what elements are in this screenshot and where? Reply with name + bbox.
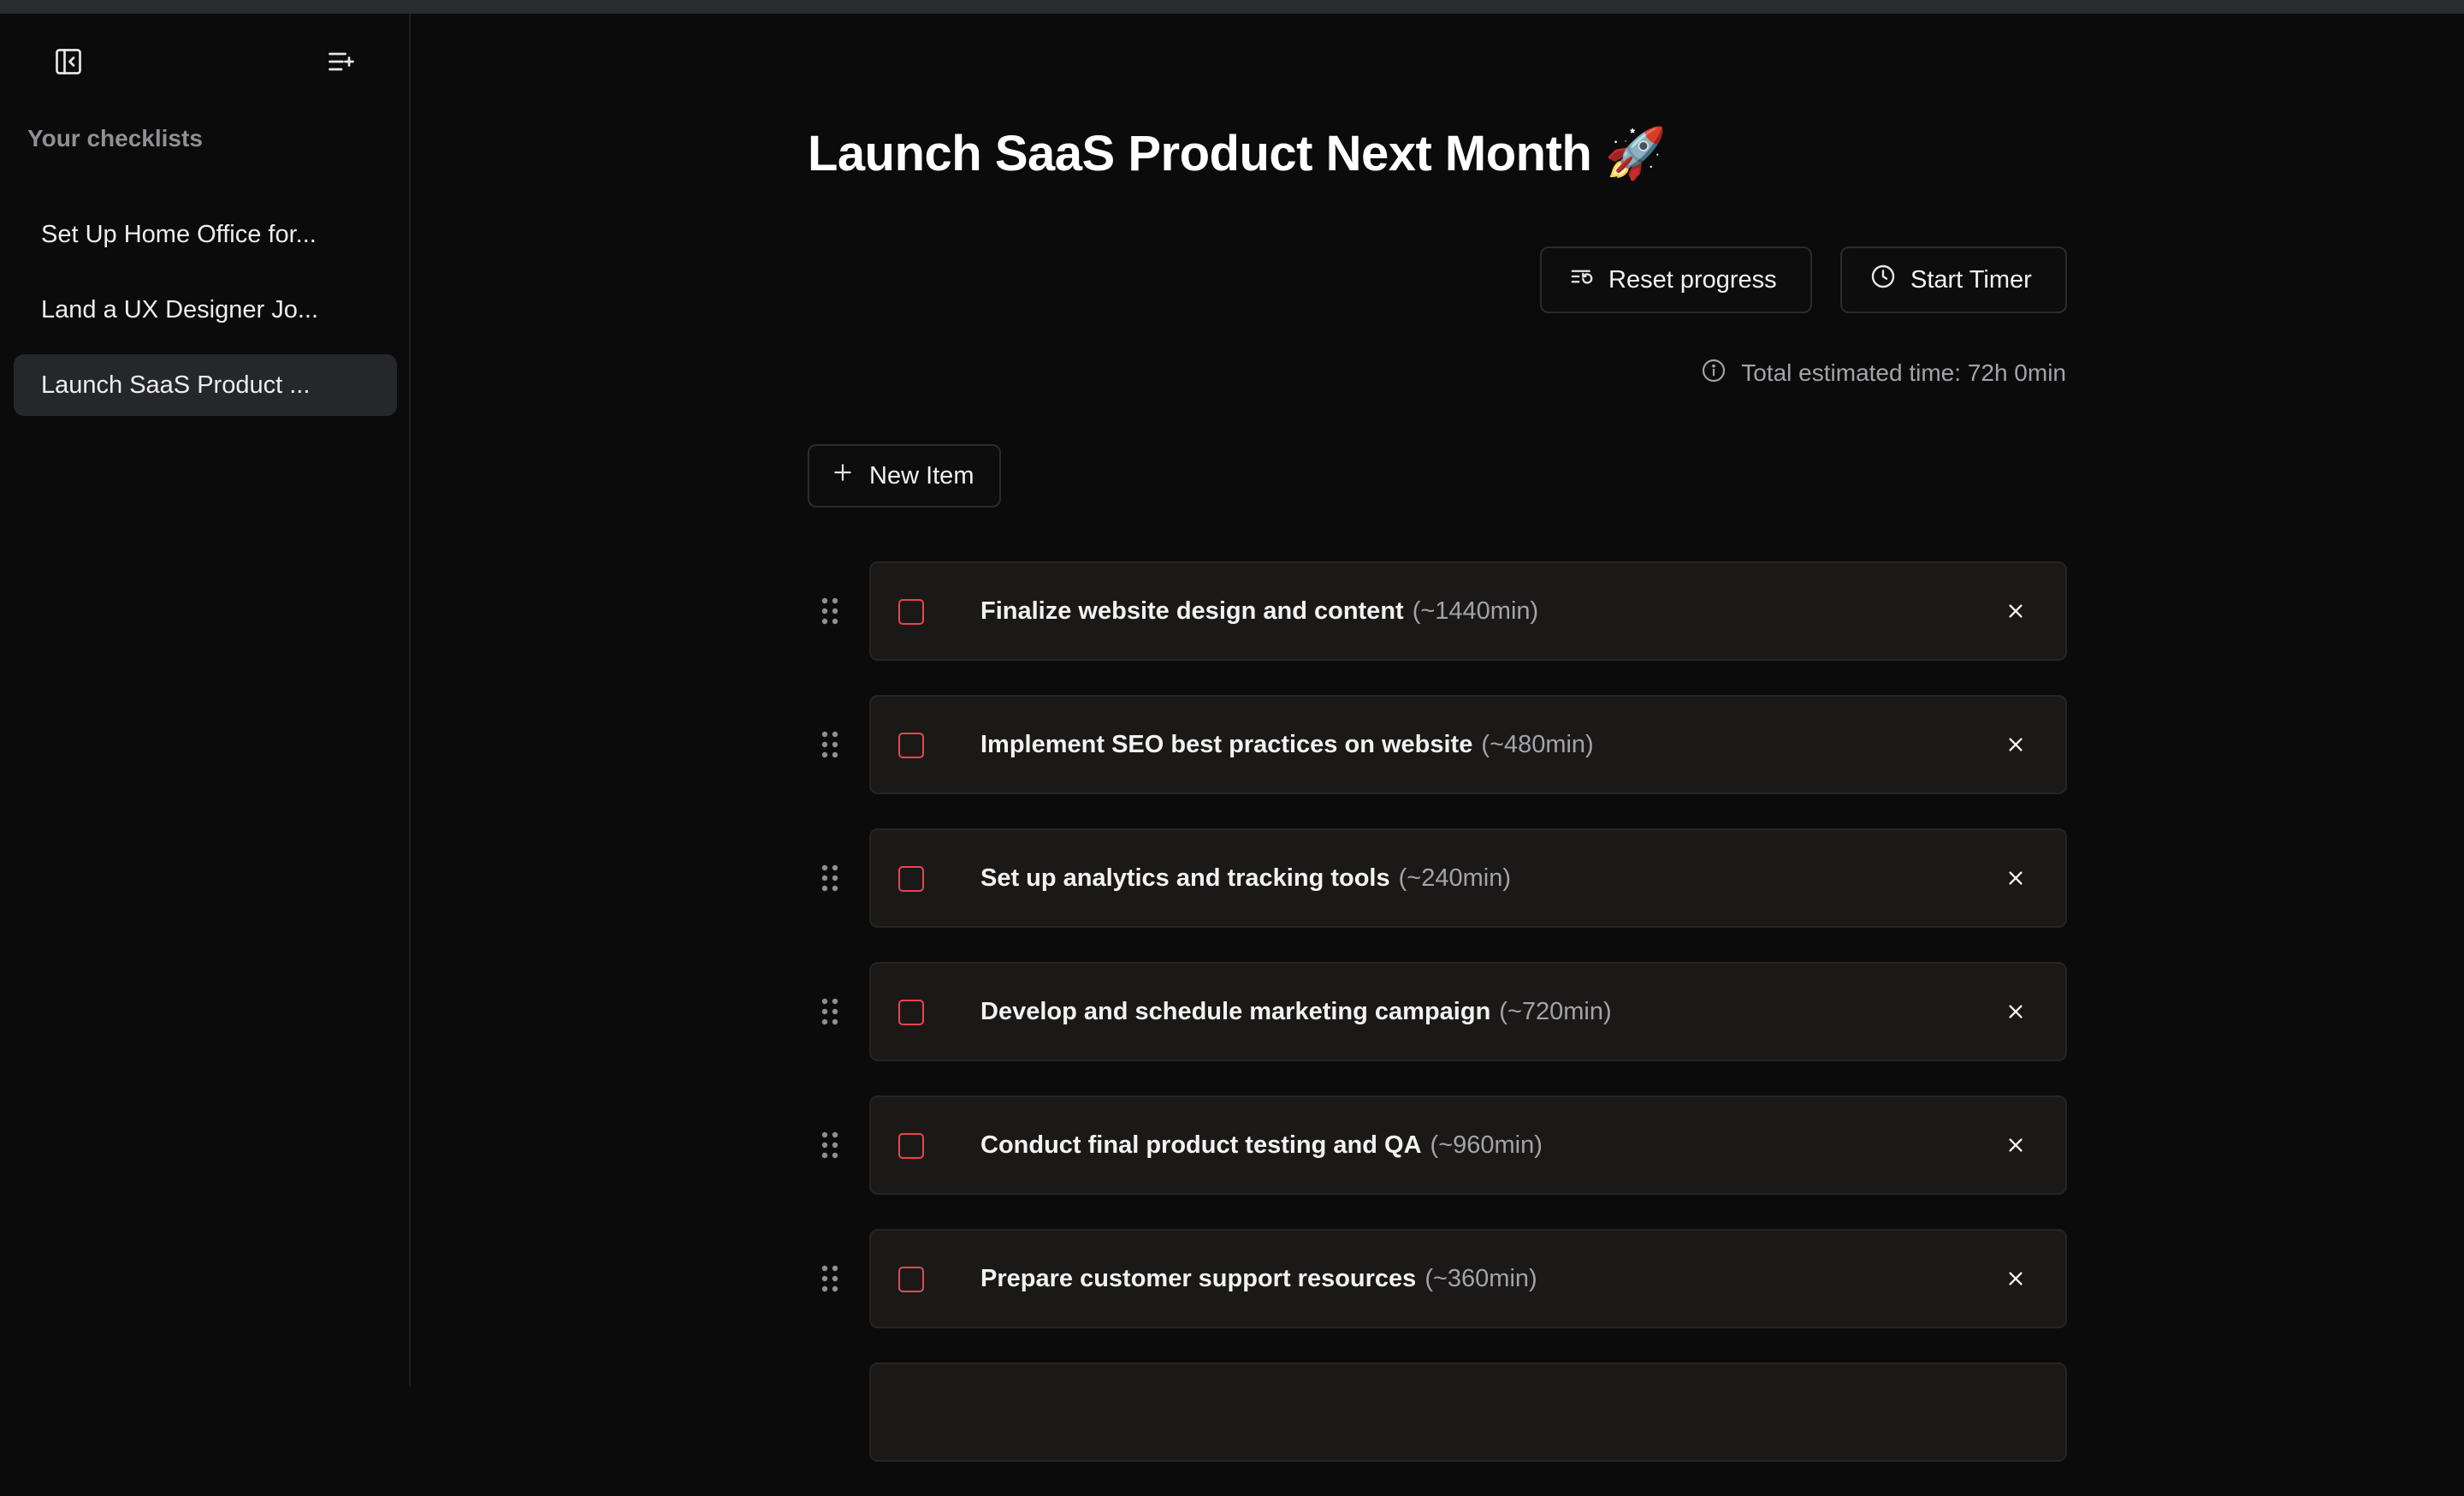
delete-item-icon[interactable] [2000,996,2031,1027]
item-card: Finalize website design and content (~14… [869,561,2067,661]
list-item: Finalize website design and content (~14… [808,561,2067,661]
list-item: Set up analytics and tracking tools (~24… [808,828,2067,928]
sidebar-item-ux-designer-job[interactable]: Land a UX Designer Jo... [14,279,397,341]
sidebar: Your checklists Set Up Home Office for..… [0,14,411,1386]
item-checkbox[interactable] [898,599,924,625]
item-text: Prepare customer support resources (~360… [980,1231,1537,1327]
drag-handle-icon[interactable] [820,863,840,893]
item-title: Conduct final product testing and QA [980,1131,1422,1159]
delete-item-icon[interactable] [2000,596,2031,626]
checklist-items: Finalize website design and content (~14… [808,561,2067,1496]
item-duration: (~360min) [1424,1264,1537,1292]
start-timer-label: Start Timer [1910,265,2032,294]
item-text: Implement SEO best practices on website … [980,697,1594,793]
item-card: Set up analytics and tracking tools (~24… [869,828,2067,928]
list-item: Conduct final product testing and QA (~9… [808,1095,2067,1195]
sidebar-item-label: Land a UX Designer Jo... [41,295,319,324]
total-estimate: Total estimated time: 72h 0min [1700,356,2066,390]
list-item: Prepare customer support resources (~360… [808,1229,2067,1328]
reset-list-icon [1569,264,1595,296]
item-text: Set up analytics and tracking tools (~24… [980,830,1511,926]
item-card [869,1362,2067,1462]
item-duration: (~480min) [1481,730,1594,758]
item-duration: (~240min) [1398,864,1511,892]
item-checkbox[interactable] [898,733,924,758]
list-item: Implement SEO best practices on website … [808,695,2067,794]
item-duration: (~720min) [1499,997,1612,1025]
new-item-label: New Item [869,461,974,490]
drag-handle-icon[interactable] [820,996,840,1027]
item-title: Implement SEO best practices on website [980,730,1473,758]
item-checkbox[interactable] [898,1133,924,1159]
list-add-icon[interactable] [323,43,360,80]
item-card: Conduct final product testing and QA (~9… [869,1095,2067,1195]
start-timer-button[interactable]: Start Timer [1840,246,2067,313]
item-title: Set up analytics and tracking tools [980,864,1390,892]
sidebar-item-label: Launch SaaS Product ... [41,371,311,399]
sidebar-heading: Your checklists [27,125,203,151]
clock-icon [1869,263,1897,297]
item-checkbox[interactable] [898,1267,924,1292]
item-duration: (~960min) [1430,1131,1543,1159]
reset-progress-button[interactable]: Reset progress [1540,246,1812,313]
item-title: Develop and schedule marketing campaign [980,997,1491,1025]
item-card: Develop and schedule marketing campaign … [869,962,2067,1061]
new-item-button[interactable]: New Item [808,444,1001,508]
item-text: Finalize website design and content (~14… [980,563,1538,659]
delete-item-icon[interactable] [2000,1263,2031,1294]
total-estimate-text: Total estimated time: 72h 0min [1741,359,2066,386]
checklist-list: Set Up Home Office for... Land a UX Desi… [14,204,397,430]
drag-handle-icon[interactable] [820,729,840,760]
delete-item-icon[interactable] [2000,729,2031,760]
reset-progress-label: Reset progress [1608,265,1777,294]
list-item: Develop and schedule marketing campaign … [808,962,2067,1061]
item-title: Prepare customer support resources [980,1264,1417,1292]
item-text: Conduct final product testing and QA (~9… [980,1097,1543,1193]
item-checkbox[interactable] [898,866,924,892]
drag-handle-icon[interactable] [820,1263,840,1294]
window-top-bar [0,0,2464,14]
item-title: Finalize website design and content [980,597,1404,625]
delete-item-icon[interactable] [2000,863,2031,893]
sidebar-item-home-office[interactable]: Set Up Home Office for... [14,204,397,265]
drag-handle-icon[interactable] [820,1130,840,1161]
main-content: Launch SaaS Product Next Month 🚀 Reset p… [411,14,2464,1462]
sidebar-collapse-icon[interactable] [50,43,87,80]
page-title: Launch SaaS Product Next Month 🚀 [808,126,1667,181]
item-card: Prepare customer support resources (~360… [869,1229,2067,1328]
item-checkbox[interactable] [898,1000,924,1025]
drag-handle-icon[interactable] [820,596,840,626]
list-item-partial [808,1362,2067,1462]
plus-icon [832,461,854,490]
sidebar-item-launch-saas[interactable]: Launch SaaS Product ... [14,354,397,416]
item-text: Develop and schedule marketing campaign … [980,964,1612,1060]
item-duration: (~1440min) [1412,597,1539,625]
item-card: Implement SEO best practices on website … [869,695,2067,794]
info-icon [1700,357,1727,390]
sidebar-item-label: Set Up Home Office for... [41,220,317,248]
delete-item-icon[interactable] [2000,1130,2031,1161]
